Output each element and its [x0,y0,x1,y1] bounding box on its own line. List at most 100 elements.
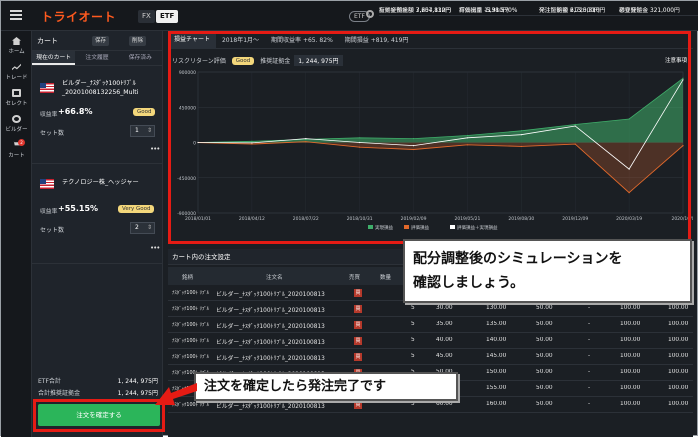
buy-badge: 買 [354,321,362,329]
cart-header: カート 保存 削除 [32,31,162,51]
cell-value: 50.00 [536,337,553,343]
cell-value: 50.00 [536,321,553,327]
col-symbol: 銘柄 [182,275,194,281]
callout-simulation: 配分調整後のシミュレーションを 確認しましょう。 [403,239,692,303]
yield-label: 収益率 [40,112,58,118]
stat: 有効証拠金額 3,654,810円 [379,8,452,14]
yield-value: +55.15% [58,204,99,213]
app-window: トライオート FX ETF ETF 証拠金預託額 7,207,132円 評価損益 -… [0,0,698,437]
nav-home[interactable]: ホーム [1,37,32,55]
cell-value: 150.00 [486,369,507,375]
cell-order-name: ビルダー_ﾅｽﾀﾞｯｸ100ﾄﾘﾌﾟﾙ_2020100813 [216,292,325,298]
cell-symbol: ﾅｽﾀﾞｯｸ100ﾄ ﾘﾌﾟﾙ [172,355,210,360]
top-bar: トライオート FX ETF ETF 証拠金預託額 7,207,132円 評価損益 -… [1,1,698,31]
nav-trade[interactable]: トレード [1,63,32,81]
red-arrow-icon [155,383,197,405]
select-icon [12,89,21,97]
cell-order-name: ビルダー_ﾅｽﾀﾞｯｸ100ﾄﾘﾌﾟﾙ_2020100813 [216,356,325,362]
set-count-stepper[interactable]: 1 [130,125,155,137]
nav-builder[interactable]: ビルダー [1,115,32,133]
home-icon [12,37,21,45]
cell-value: 100.00 [620,305,641,311]
cell-value: 100.00 [668,369,689,375]
brand-logo[interactable]: トライオート [41,8,116,25]
cell-symbol: ﾅｽﾀﾞｯｸ100ﾄ ﾘﾌﾟﾙ [172,307,210,312]
cell-value: 100.00 [620,353,641,359]
cart-panel: カート 保存 削除 現在のカート 注文履歴 保存済み ビルダー_ﾅｽﾀﾞｯｸ10… [32,31,163,437]
hamburger-menu-icon[interactable] [10,10,22,20]
cell-value: 100.00 [620,337,641,343]
tab-order-history[interactable]: 注文履歴 [75,51,118,65]
buy-badge: 買 [354,305,362,313]
cell-value: 100.00 [620,385,641,391]
set-count-label: セット数 [40,227,65,234]
cell-value: - [588,401,591,407]
col-side: 売買 [349,275,361,281]
item-name[interactable]: テクノロジー株_ヘッジャー [62,178,139,187]
cell-qty: 5 [411,353,415,359]
set-count-stepper[interactable]: 2 [130,222,155,234]
yield-label: 収益率 [40,209,58,215]
cell-value: 100.00 [668,353,689,359]
cell-value: 40.00 [436,337,453,343]
cell-value: 60.00 [436,401,453,407]
cell-value: 100.00 [620,401,641,407]
cell-value: 100.00 [668,401,689,407]
highlight-frame-confirm [33,399,165,432]
cell-value: - [588,321,591,327]
table-row[interactable]: ﾅｽﾀﾞｯｸ100ﾄ ﾘﾌﾟﾙ ビルダー_ﾅｽﾀﾞｯｸ100ﾄﾘﾌﾟﾙ_20201… [168,301,693,317]
gear-icon[interactable] [366,10,374,18]
cell-order-name: ビルダー_ﾅｽﾀﾞｯｸ100ﾄﾘﾌﾟﾙ_2020100813 [216,324,325,330]
cell-value: 100.00 [620,369,641,375]
tab-saved[interactable]: 保存済み [119,51,162,65]
table-row[interactable]: ﾅｽﾀﾞｯｸ100ﾄ ﾘﾌﾟﾙ ビルダー_ﾅｽﾀﾞｯｸ100ﾄﾘﾌﾟﾙ_20201… [168,333,693,349]
cell-value: - [588,305,591,311]
cell-order-name: ビルダー_ﾅｽﾀﾞｯｸ100ﾄﾘﾌﾟﾙ_2020100813 [216,404,325,410]
stat: 発注可能額 2,720,310円 [539,8,606,14]
cell-order-name: ビルダー_ﾅｽﾀﾞｯｸ100ﾄﾘﾌﾟﾙ_2020100813 [216,340,325,346]
more-options-icon[interactable]: ••• [150,244,160,252]
left-nav: ホーム トレード セレクト ビルダー 2 カート [1,31,32,437]
divider [32,263,163,264]
cell-value: 50.00 [536,353,553,359]
cell-value: 50.00 [536,385,553,391]
trade-icon [12,63,21,71]
nav-cart[interactable]: 2 カート [1,139,32,159]
highlight-frame-chart [168,31,691,244]
cart-totals: ETF合計 1, 244, 975円 合計推奨証拠金 1, 244, 975円 [38,378,158,397]
buy-badge: 買 [354,401,362,409]
nav-select[interactable]: セレクト [1,89,32,107]
buy-badge: 買 [354,353,362,361]
save-button[interactable]: 保存 [92,36,110,46]
cell-value: 130.00 [486,305,507,311]
cell-value: - [588,353,591,359]
rating-badge: Very Good [118,205,155,213]
cell-qty: 5 [411,305,415,311]
cell-value: 50.00 [536,401,553,407]
stat: 積立発注金 [619,8,648,14]
cell-value: 100.00 [620,321,641,327]
divider [32,163,163,164]
buy-badge: 買 [354,337,362,345]
cell-value: - [588,385,591,391]
yield-value: +66.8% [58,107,93,116]
col-qty: 数量 [380,275,392,281]
cell-value: 140.00 [486,337,507,343]
more-options-icon[interactable]: ••• [150,145,160,153]
tab-current-cart[interactable]: 現在のカート [32,51,76,65]
cell-qty: 5 [411,321,415,327]
mode-fx-tab[interactable]: FX [138,10,155,23]
table-row[interactable]: ﾅｽﾀﾞｯｸ100ﾄ ﾘﾌﾟﾙ ビルダー_ﾅｽﾀﾞｯｸ100ﾄﾘﾌﾟﾙ_20201… [168,317,693,333]
cell-value: - [588,369,591,375]
cell-qty: 5 [411,401,415,407]
cell-value: 35.00 [436,321,453,327]
cell-value: 50.00 [536,305,553,311]
cell-symbol: ﾅｽﾀﾞｯｸ100ﾄ ﾘﾌﾟﾙ [172,323,210,328]
cell-symbol: ﾅｽﾀﾞｯｸ100ﾄ ﾘﾌﾟﾙ [172,291,210,296]
delete-button[interactable]: 削除 [129,36,147,46]
col-order-name: 注文名 [266,275,283,281]
mode-etf-tab[interactable]: ETF [156,10,179,23]
cell-value: 45.00 [436,353,453,359]
item-name[interactable]: ビルダー_ﾅｽﾀﾞｯｸ100ﾄﾘﾌﾟﾙ _20201008132256_Multi [62,79,138,97]
table-row[interactable]: ﾅｽﾀﾞｯｸ100ﾄ ﾘﾌﾟﾙ ビルダー_ﾅｽﾀﾞｯｸ100ﾄﾘﾌﾟﾙ_20201… [168,349,693,365]
